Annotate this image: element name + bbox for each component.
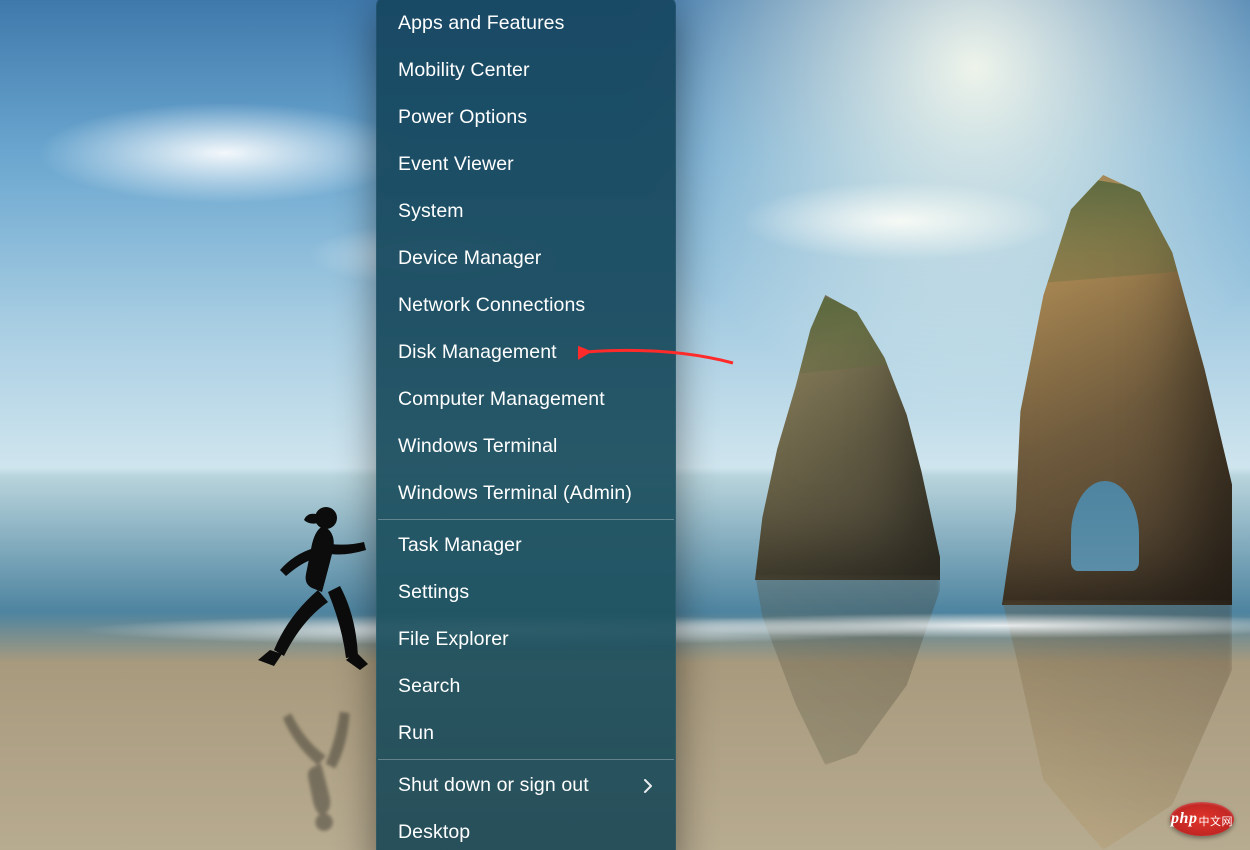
menu-item-computer-management[interactable]: Computer Management: [376, 376, 676, 423]
menu-item-file-explorer[interactable]: File Explorer: [376, 616, 676, 663]
menu-item-label: System: [398, 200, 464, 223]
menu-item-windows-terminal[interactable]: Windows Terminal: [376, 423, 676, 470]
menu-separator: [378, 519, 674, 520]
watermark-badge: php中文网: [1170, 802, 1234, 836]
wallpaper-rock-right: [1002, 175, 1232, 605]
menu-item-label: Desktop: [398, 821, 470, 844]
menu-item-label: Shut down or sign out: [398, 774, 589, 797]
menu-item-label: Mobility Center: [398, 59, 530, 82]
menu-item-desktop[interactable]: Desktop: [376, 809, 676, 850]
menu-item-label: Windows Terminal: [398, 435, 557, 458]
menu-item-label: Power Options: [398, 106, 527, 129]
watermark-text-main: php: [1171, 810, 1197, 828]
wallpaper-runner-reflection: [252, 688, 382, 838]
menu-item-label: Network Connections: [398, 294, 585, 317]
menu-item-device-manager[interactable]: Device Manager: [376, 235, 676, 282]
menu-item-label: Task Manager: [398, 534, 522, 557]
menu-item-system[interactable]: System: [376, 188, 676, 235]
menu-separator: [378, 759, 674, 760]
menu-item-label: Windows Terminal (Admin): [398, 482, 632, 505]
wallpaper-runner-silhouette: [252, 498, 382, 688]
menu-item-event-viewer[interactable]: Event Viewer: [376, 141, 676, 188]
watermark-text-suffix: 中文网: [1198, 813, 1233, 829]
menu-item-label: Disk Management: [398, 341, 557, 364]
menu-item-label: Computer Management: [398, 388, 605, 411]
menu-item-label: Device Manager: [398, 247, 541, 270]
menu-item-settings[interactable]: Settings: [376, 569, 676, 616]
menu-item-label: Apps and Features: [398, 12, 564, 35]
menu-item-label: Settings: [398, 581, 469, 604]
menu-item-network-connections[interactable]: Network Connections: [376, 282, 676, 329]
menu-item-label: Event Viewer: [398, 153, 514, 176]
menu-item-disk-management[interactable]: Disk Management: [376, 329, 676, 376]
desktop-wallpaper: Apps and Features Mobility Center Power Op…: [0, 0, 1250, 850]
menu-item-label: Search: [398, 675, 460, 698]
menu-item-shut-down-or-sign-out[interactable]: Shut down or sign out: [376, 762, 676, 809]
menu-item-windows-terminal-admin[interactable]: Windows Terminal (Admin): [376, 470, 676, 517]
menu-item-search[interactable]: Search: [376, 663, 676, 710]
menu-item-apps-and-features[interactable]: Apps and Features: [376, 0, 676, 47]
chevron-right-icon: [640, 778, 656, 794]
wallpaper-rock-left-reflection: [755, 575, 940, 765]
menu-item-power-options[interactable]: Power Options: [376, 94, 676, 141]
winx-context-menu[interactable]: Apps and Features Mobility Center Power Op…: [376, 0, 676, 850]
menu-item-task-manager[interactable]: Task Manager: [376, 522, 676, 569]
menu-item-label: File Explorer: [398, 628, 509, 651]
menu-item-label: Run: [398, 722, 434, 745]
menu-item-mobility-center[interactable]: Mobility Center: [376, 47, 676, 94]
wallpaper-rock-left: [755, 295, 940, 580]
menu-item-run[interactable]: Run: [376, 710, 676, 757]
